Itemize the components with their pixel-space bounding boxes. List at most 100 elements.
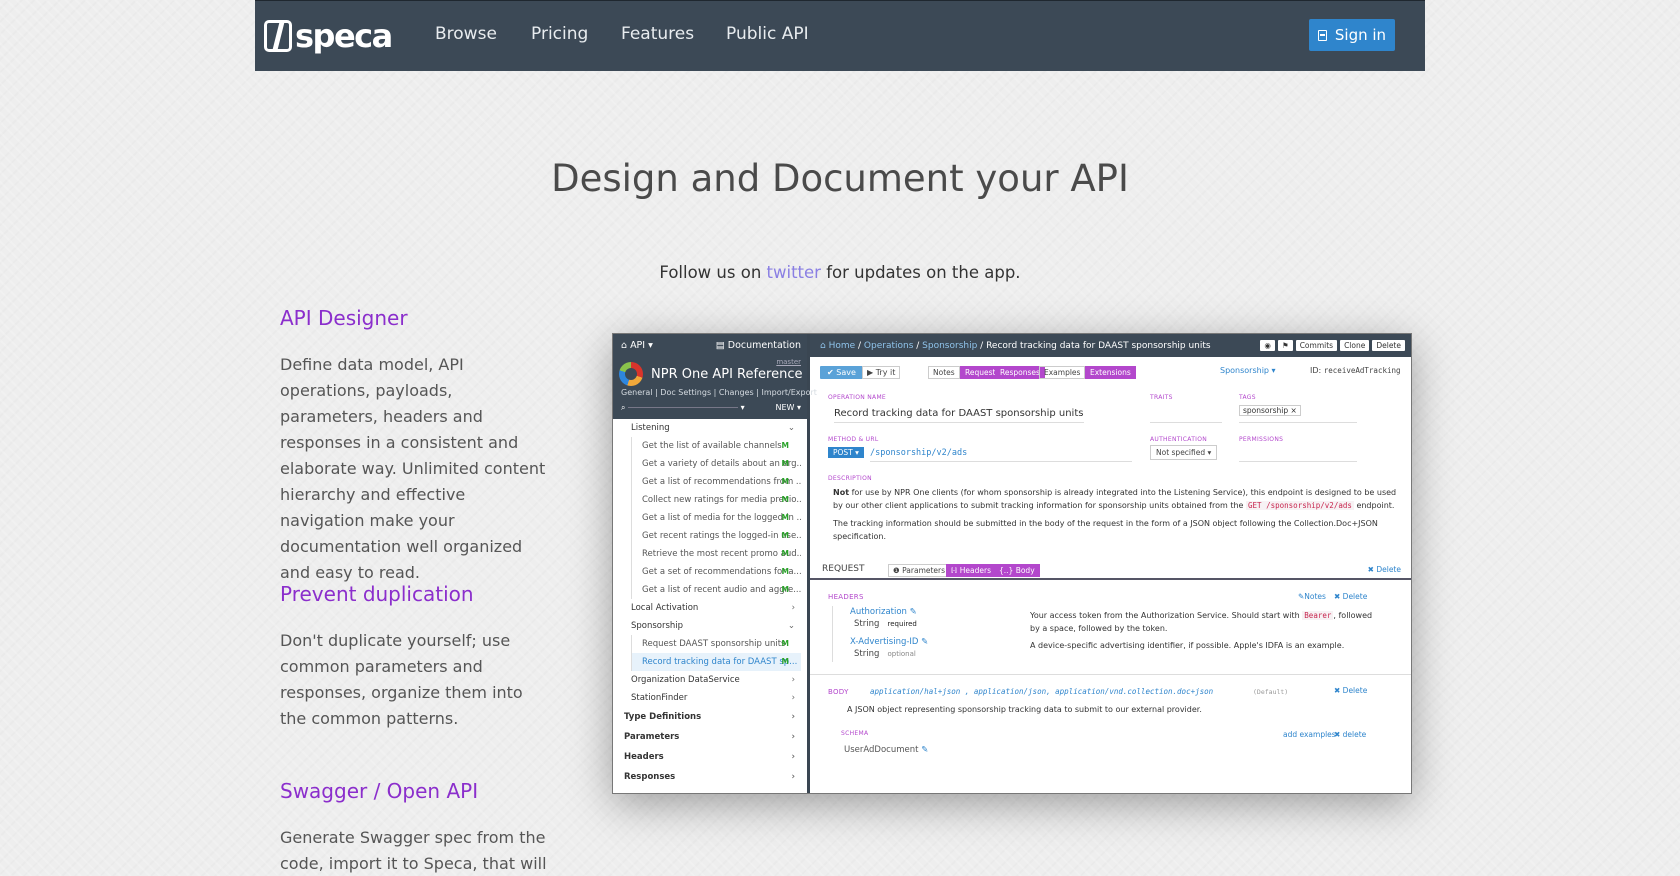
tree-item[interactable]: Get recent ratings the logged-in use... M bbox=[631, 527, 801, 545]
tree-item-label: Headers bbox=[624, 752, 664, 762]
tree-item[interactable]: Get a set of recommendations for a... M bbox=[631, 563, 801, 581]
modified-badge: M bbox=[781, 513, 789, 522]
operation-name-field[interactable]: Record tracking data for DAAST sponsorsh… bbox=[834, 408, 1084, 423]
nav-pricing-link[interactable]: Pricing bbox=[531, 24, 588, 44]
documentation-link[interactable]: ▤ Documentation bbox=[716, 340, 801, 351]
chevron-right-icon: › bbox=[791, 752, 795, 762]
body-content-types[interactable]: application/hal+json , application/json,… bbox=[870, 687, 1213, 696]
body-tab[interactable]: {..} Body bbox=[994, 564, 1040, 577]
search-icon[interactable]: ⌕ ▾ bbox=[621, 403, 745, 413]
chevron-right-icon: › bbox=[791, 732, 795, 742]
nav-public-api-link[interactable]: Public API bbox=[726, 24, 809, 44]
authentication-select[interactable]: Not specified ▾ bbox=[1150, 445, 1218, 460]
clone-button[interactable]: Clone bbox=[1340, 340, 1370, 351]
headers-delete-label: Delete bbox=[1342, 592, 1368, 601]
twitter-link[interactable]: twitter bbox=[767, 263, 821, 282]
tree-item[interactable]: Get a variety of details about an org...… bbox=[631, 455, 801, 473]
tag-chip[interactable]: sponsorship × bbox=[1239, 405, 1301, 416]
breadcrumb: ⌂ Home / Operations / Sponsorship / Reco… bbox=[810, 334, 1411, 357]
new-button[interactable]: NEW ▾ bbox=[775, 403, 801, 413]
nav-features-link[interactable]: Features bbox=[621, 24, 694, 44]
permissions-field[interactable] bbox=[1239, 448, 1357, 462]
request-bar: REQUEST ❶ Parameters ℍ Headers {..} Body… bbox=[810, 558, 1411, 580]
follow-text: Follow us on twitter for updates on the … bbox=[0, 263, 1680, 282]
tags-field[interactable]: sponsorship × bbox=[1239, 405, 1357, 423]
tree-item-label: Record tracking data for DAAST sp... bbox=[642, 657, 798, 667]
delete-button[interactable]: Delete bbox=[1372, 340, 1405, 351]
feature-title-api-designer: API Designer bbox=[280, 306, 408, 330]
tree-item[interactable]: StationFinder › bbox=[613, 689, 807, 707]
try-it-button[interactable]: ▶ Try it bbox=[862, 366, 901, 379]
tab-extensions[interactable]: Extensions bbox=[1085, 366, 1136, 379]
add-examples-link[interactable]: add examples bbox=[1283, 730, 1336, 739]
headers-delete-link[interactable]: ✖ Delete bbox=[1334, 592, 1367, 601]
api-menu[interactable]: ⌂ API ▾ bbox=[621, 340, 653, 351]
headers-tab-label: Headers bbox=[959, 566, 991, 575]
tree-item-label: Get a list of media for the logged-in ..… bbox=[642, 513, 801, 523]
header-xad-type: String optional bbox=[854, 649, 916, 659]
tree-item[interactable]: Type Definitions › bbox=[613, 707, 807, 727]
schema-label: SCHEMA bbox=[841, 730, 869, 737]
tree-item[interactable]: Local Activation › bbox=[613, 599, 807, 617]
feature-body-prevent-duplication: Don't duplicate yourself; use common par… bbox=[280, 631, 523, 728]
tags-label: TAGS bbox=[1239, 394, 1256, 401]
schema-value[interactable]: UserAdDocument ✎ bbox=[844, 745, 928, 755]
schema-delete-link[interactable]: ✖ delete bbox=[1334, 730, 1366, 739]
breadcrumb-home[interactable]: ⌂ Home bbox=[820, 341, 855, 351]
tree-item[interactable]: Listening ⌄ bbox=[613, 419, 807, 437]
body-delete-link[interactable]: ✖ Delete bbox=[1334, 686, 1367, 695]
body-default: (Default) bbox=[1253, 688, 1289, 696]
body-divider bbox=[810, 674, 1411, 675]
tree-item[interactable]: Sponsorship ⌄ bbox=[613, 617, 807, 635]
sign-in-button[interactable]: Sign in bbox=[1309, 19, 1395, 51]
tree-item[interactable]: Get a list of recent audio and aggre... M bbox=[631, 581, 801, 599]
nav-browse-link[interactable]: Browse bbox=[435, 24, 497, 44]
project-tabs[interactable]: General | Doc Settings | Changes | Impor… bbox=[621, 388, 817, 397]
url-field[interactable]: /sponsorship/v2/ads bbox=[870, 448, 1132, 462]
header-authorization[interactable]: Authorization ✎ bbox=[850, 607, 917, 617]
tab-examples[interactable]: Examples bbox=[1039, 366, 1086, 379]
tree-item[interactable]: Request DAAST sponsorship units M bbox=[631, 635, 801, 653]
tree-item[interactable]: Responses › bbox=[613, 767, 807, 787]
header-authorization-name: Authorization bbox=[850, 607, 907, 617]
tree-item[interactable]: Headers › bbox=[613, 747, 807, 767]
tree-item[interactable]: Get the list of available channels M bbox=[631, 437, 801, 455]
tree-item[interactable]: Organization DataService › bbox=[613, 671, 807, 689]
request-delete-label: Delete bbox=[1376, 565, 1401, 574]
traits-field[interactable] bbox=[1150, 408, 1222, 423]
tree-item[interactable]: Get a list of recommendations from ... M bbox=[631, 473, 801, 491]
tree-search: ⌕ ▾ NEW ▾ bbox=[621, 403, 801, 413]
tree-item[interactable]: Get a list of media for the logged-in ..… bbox=[631, 509, 801, 527]
parameters-tab[interactable]: ❶ Parameters bbox=[888, 564, 951, 577]
npr-logo-icon bbox=[619, 362, 643, 386]
method-url-label: METHOD & URL bbox=[828, 436, 879, 443]
header-xad-name: X-Advertising-ID bbox=[850, 637, 919, 647]
project-header: NPR One API Reference master General | D… bbox=[613, 357, 817, 419]
method-select[interactable]: POST ▾ bbox=[828, 447, 864, 458]
header-x-advertising-id[interactable]: X-Advertising-ID ✎ bbox=[850, 637, 928, 647]
group-select[interactable]: Sponsorship ▾ bbox=[1220, 366, 1276, 375]
tree-item[interactable]: Record tracking data for DAAST sp... M bbox=[631, 653, 801, 671]
breadcrumb-sponsorship[interactable]: Sponsorship bbox=[922, 341, 977, 351]
branch-label[interactable]: master bbox=[776, 358, 801, 366]
eye-icon[interactable]: ◉ bbox=[1260, 340, 1275, 351]
tree-item[interactable]: Collect new ratings for media previo... M bbox=[631, 491, 801, 509]
headers-notes-link[interactable]: ✎Notes bbox=[1298, 592, 1326, 601]
tab-notes[interactable]: Notes bbox=[928, 366, 960, 379]
speca-logo[interactable]: speca bbox=[264, 18, 393, 54]
breadcrumb-operations[interactable]: Operations bbox=[864, 341, 913, 351]
operation-name-label: OPERATION NAME bbox=[828, 394, 887, 401]
body-description: A JSON object representing sponsorship t… bbox=[847, 705, 1202, 714]
save-button[interactable]: ✔ Save bbox=[820, 366, 863, 379]
tree-item[interactable]: Parameters › bbox=[613, 727, 807, 747]
tab-responses[interactable]: Responses bbox=[995, 366, 1045, 379]
tree-item[interactable]: Retrieve the most recent promo aud... M bbox=[631, 545, 801, 563]
headers-tab[interactable]: ℍ Headers bbox=[946, 564, 996, 577]
headers-notes-label: Notes bbox=[1304, 592, 1326, 601]
header-authorization-type: String required bbox=[854, 619, 917, 629]
request-delete-link[interactable]: ✖ Delete bbox=[1368, 565, 1401, 574]
flag-icon[interactable]: ⚑ bbox=[1277, 340, 1293, 351]
commits-button[interactable]: Commits bbox=[1295, 340, 1338, 351]
modified-badge: M bbox=[781, 459, 789, 468]
feature-body-swagger: Generate Swagger spec from the code, imp… bbox=[280, 828, 547, 873]
